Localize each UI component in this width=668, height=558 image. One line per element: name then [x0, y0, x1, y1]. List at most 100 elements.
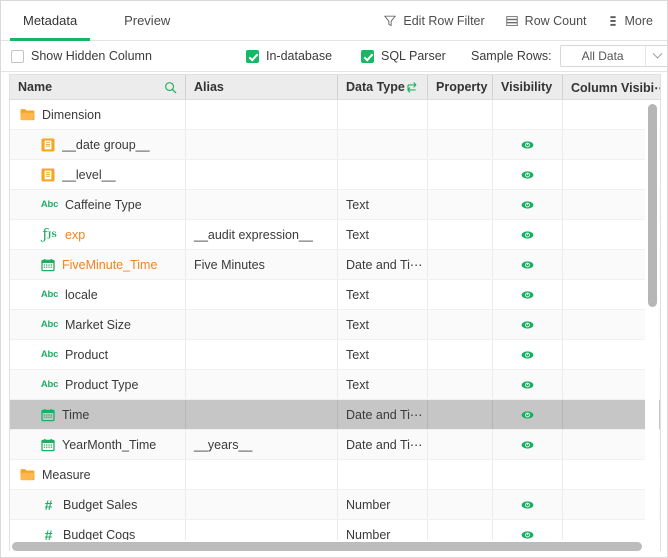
column-header-alias[interactable]: Alias [186, 75, 338, 99]
cell-visibility[interactable] [493, 490, 563, 519]
cell-visibility [493, 100, 563, 129]
column-header-column_visibility[interactable]: Column Visibi⋯ [563, 75, 660, 99]
row-count-button[interactable]: Row Count [505, 14, 587, 28]
table-row[interactable]: __level__ [10, 160, 660, 190]
sql-parser-label: SQL Parser [381, 49, 446, 63]
cell-property [428, 100, 493, 129]
column-header-label: Data Type [346, 80, 405, 94]
number-icon: # [44, 496, 53, 513]
cell-visibility[interactable] [493, 220, 563, 249]
table-row[interactable]: FiveMinute_Time Five Minutes Date and Ti⋯ [10, 250, 660, 280]
cell-visibility[interactable] [493, 340, 563, 369]
cell-property [428, 370, 493, 399]
table-row[interactable]: # Budget Sales Number [10, 490, 660, 520]
more-button[interactable]: More [607, 14, 653, 28]
cell-text: Five Minutes [194, 257, 265, 272]
cell-text: Text [346, 347, 369, 362]
table-row[interactable]: ƒ JS exp __audit expression__ Text [10, 220, 660, 250]
swap-icon[interactable] [406, 81, 419, 94]
cell-property [428, 160, 493, 189]
eye-icon[interactable] [521, 378, 534, 391]
cell-visibility[interactable] [493, 250, 563, 279]
table-row[interactable]: YearMonth_Time __years__ Date and Ti⋯ [10, 430, 660, 460]
eye-icon[interactable] [521, 348, 534, 361]
chevron-down-icon[interactable] [644, 46, 667, 66]
eye-icon[interactable] [521, 318, 534, 331]
cell-property [428, 220, 493, 249]
cell-visibility[interactable] [493, 190, 563, 219]
cell-property [428, 460, 493, 489]
column-header-data_type[interactable]: Data Type [338, 75, 428, 99]
cell-data_type: Text [338, 280, 428, 309]
table-row[interactable]: Dimension [10, 100, 660, 130]
cell-property [428, 430, 493, 459]
cell-data_type: Date and Ti⋯ [338, 250, 428, 279]
sample-rows-select[interactable]: All Data [559, 45, 667, 67]
eye-icon[interactable] [521, 288, 534, 301]
column-header-label: Visibility [501, 80, 553, 94]
column-header-name[interactable]: Name [10, 75, 186, 99]
abc-text-icon: Abc [40, 318, 59, 330]
column-header-label: Name [18, 80, 53, 94]
cell-name: FiveMinute_Time [10, 250, 186, 279]
tab-metadata-label: Metadata [23, 13, 78, 28]
cell-name: Abc Product Type [10, 370, 186, 399]
horizontal-scrollbar[interactable] [10, 540, 660, 553]
calendar-icon [41, 408, 55, 422]
cell-visibility[interactable] [493, 430, 563, 459]
toolbar-actions: Edit Row Filter Row Count More [383, 1, 667, 40]
cell-name: __level__ [10, 160, 186, 189]
cell-visibility[interactable] [493, 310, 563, 339]
row-name-label: __date group__ [62, 137, 150, 152]
eye-icon[interactable] [521, 228, 534, 241]
horizontal-scrollbar-thumb[interactable] [12, 542, 642, 551]
cell-visibility[interactable] [493, 400, 563, 429]
sql-parser-checkbox[interactable]: SQL Parser [361, 49, 446, 63]
tab-metadata[interactable]: Metadata [1, 1, 99, 41]
table-row[interactable]: Time Date and Ti⋯ [10, 400, 660, 430]
table-row[interactable]: Abc Product Type Text [10, 370, 660, 400]
cell-name: Measure [10, 460, 186, 489]
table-row[interactable]: Abc Product Text [10, 340, 660, 370]
option-bar: Show Hidden Column In-database SQL Parse… [1, 41, 667, 72]
column-header-property[interactable]: Property [428, 75, 493, 99]
eye-icon[interactable] [521, 198, 534, 211]
eye-icon[interactable] [521, 258, 534, 271]
cell-alias: Five Minutes [186, 250, 338, 279]
metadata-grid: Name Alias Data Type Property Visibility Colu… [9, 74, 661, 551]
in-database-checkbox[interactable]: In-database [246, 49, 332, 63]
calendar-icon [41, 258, 55, 272]
cell-data_type [338, 100, 428, 129]
abc-text-icon: Abc [40, 378, 59, 390]
cell-visibility[interactable] [493, 370, 563, 399]
eye-icon[interactable] [521, 498, 534, 511]
eye-icon[interactable] [521, 168, 534, 181]
cell-visibility[interactable] [493, 130, 563, 159]
column-header-visibility[interactable]: Visibility [493, 75, 563, 99]
show-hidden-column-checkbox[interactable]: Show Hidden Column [11, 49, 152, 63]
cell-text: Text [346, 287, 369, 302]
cell-visibility[interactable] [493, 280, 563, 309]
sql-parser-box[interactable] [361, 49, 374, 63]
cell-name: ƒ JS exp [10, 220, 186, 249]
table-row[interactable]: Abc Market Size Text [10, 310, 660, 340]
search-icon[interactable] [164, 81, 177, 94]
show-hidden-column-box[interactable] [11, 49, 24, 63]
edit-row-filter-button[interactable]: Edit Row Filter [383, 14, 485, 28]
table-row[interactable]: Abc locale Text [10, 280, 660, 310]
vertical-scrollbar-thumb[interactable] [648, 104, 657, 307]
table-row[interactable]: Abc Caffeine Type Text [10, 190, 660, 220]
vertical-scrollbar[interactable] [645, 101, 659, 525]
cell-alias: __years__ [186, 430, 338, 459]
row-name-label: locale [65, 287, 98, 302]
eye-icon[interactable] [521, 408, 534, 421]
eye-icon[interactable] [521, 138, 534, 151]
eye-icon[interactable] [521, 438, 534, 451]
cell-visibility[interactable] [493, 160, 563, 189]
in-database-box[interactable] [246, 49, 259, 63]
table-row[interactable]: Measure [10, 460, 660, 490]
tab-preview[interactable]: Preview [99, 1, 195, 40]
cell-alias [186, 280, 338, 309]
cell-property [428, 490, 493, 519]
table-row[interactable]: __date group__ [10, 130, 660, 160]
